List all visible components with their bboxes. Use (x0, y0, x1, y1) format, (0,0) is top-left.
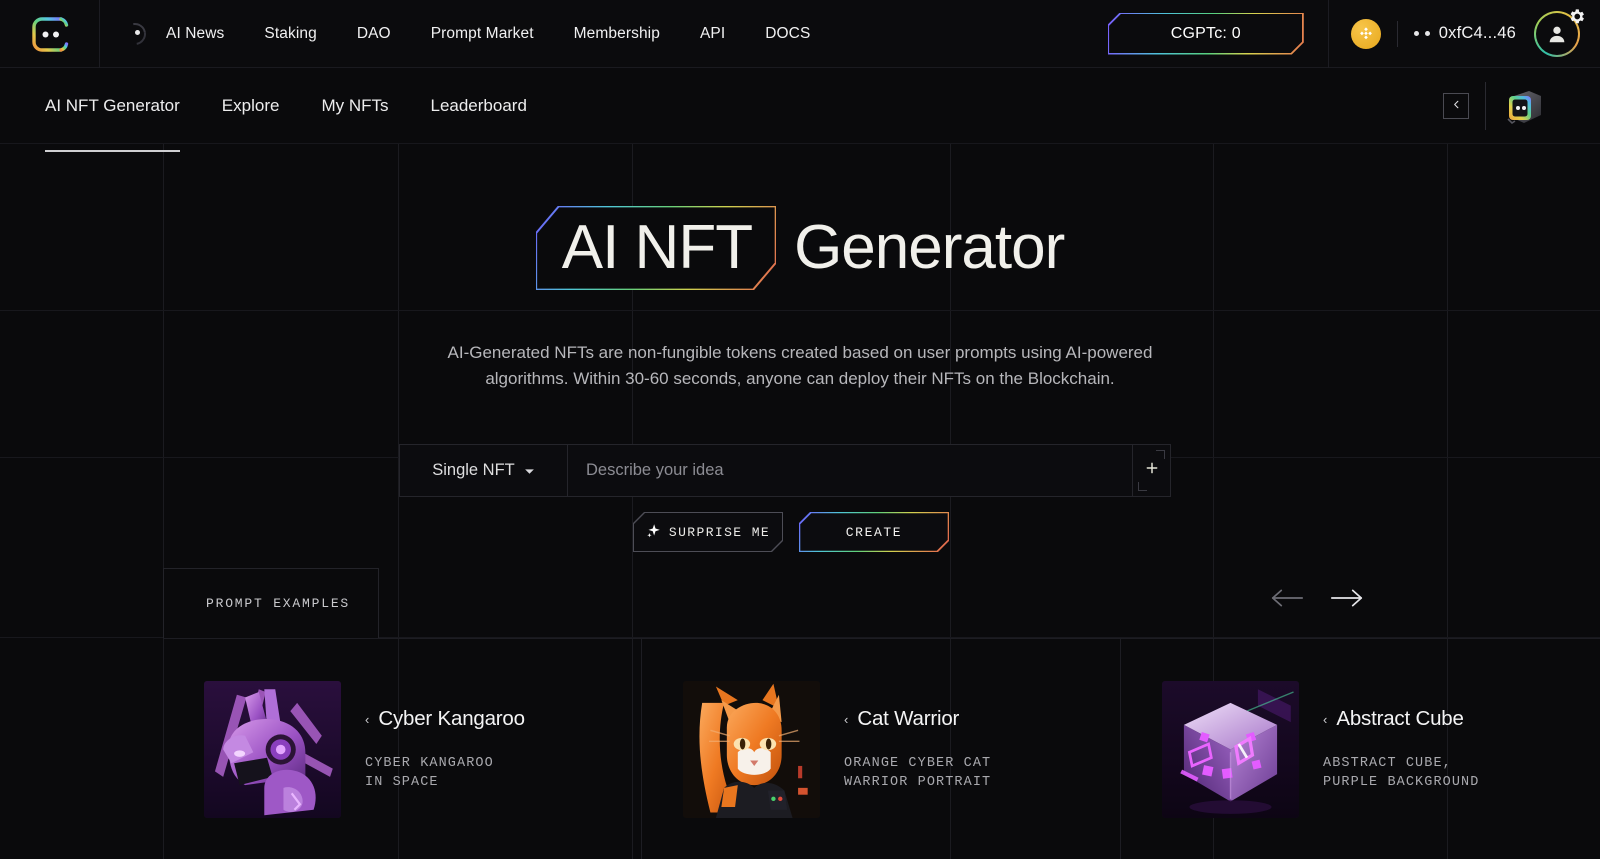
gear-icon[interactable] (1566, 7, 1586, 27)
abstract-cube-thumbnail (1162, 681, 1300, 818)
nav-item-prompt-market[interactable]: Prompt Market (411, 0, 554, 68)
chevron-left-small-icon: ‹ (1323, 711, 1328, 727)
example-title: Abstract Cube (1336, 707, 1464, 731)
wallet-status-dots (1413, 31, 1430, 36)
nav-item-staking[interactable]: Staking (244, 0, 336, 68)
subnav-item-my-nfts[interactable]: My NFTs (300, 68, 409, 144)
ai-bot-cube-icon[interactable] (1500, 83, 1546, 129)
nav-item-dao[interactable]: DAO (337, 0, 411, 68)
prompt-examples-list: ‹ Cyber Kangaroo CYBER KANGAROO IN SPACE (163, 638, 1600, 859)
credits-label: CGPTc: 0 (1170, 24, 1241, 42)
subnav-right-cluster (1443, 81, 1600, 130)
create-label: CREATE (845, 524, 903, 540)
header-right-cluster: CGPTc: 0 0xfC4...46 (1108, 0, 1600, 68)
nav-item-membership[interactable]: Membership (554, 0, 680, 68)
subnav-item-explore[interactable]: Explore (201, 68, 301, 144)
brand-logo[interactable] (0, 0, 100, 68)
nft-mode-dropdown[interactable]: Single NFT (400, 445, 568, 496)
bnb-chain-icon[interactable] (1350, 18, 1381, 49)
chevron-left-icon (1451, 98, 1462, 113)
example-body: ‹ Cyber Kangaroo CYBER KANGAROO IN SPACE (365, 707, 525, 791)
arrow-right-icon (1328, 586, 1366, 613)
loading-spinner-icon (119, 18, 151, 49)
chevron-left-small-icon: ‹ (365, 711, 370, 727)
carousel-next-button[interactable] (1328, 586, 1366, 613)
plus-icon (1144, 460, 1160, 481)
wallet-address[interactable]: 0xfC4...46 (1439, 24, 1516, 43)
action-buttons: SURPRISE ME CREATE (633, 512, 949, 552)
title-highlight-text: AI NFT (561, 213, 753, 282)
subnav-items: AI NFT Generator Explore My NFTs Leaderb… (0, 68, 548, 152)
example-prompt: ORANGE CYBER CAT WARRIOR PORTRAIT (844, 756, 992, 790)
nav-item-ai-news[interactable]: AI News (156, 0, 244, 68)
example-body: ‹ Abstract Cube ABSTRACT CUBE, PURPLE BA… (1323, 707, 1479, 791)
subnav-item-ai-nft-generator[interactable]: AI NFT Generator (24, 68, 201, 152)
nav-item-api[interactable]: API (680, 0, 745, 68)
avatar[interactable] (1534, 9, 1584, 57)
cat-warrior-thumbnail (683, 681, 821, 818)
collapse-panel-button[interactable] (1443, 92, 1469, 119)
example-body: ‹ Cat Warrior ORANGE CYBER CAT WARRIOR P… (844, 707, 991, 791)
page-title: AI NFT Generator (0, 206, 1600, 290)
prompt-input[interactable] (586, 461, 1132, 480)
example-prompt: ABSTRACT CUBE, PURPLE BACKGROUND (1323, 756, 1480, 790)
list-item[interactable]: ‹ Abstract Cube ABSTRACT CUBE, PURPLE BA… (1121, 639, 1600, 859)
title-rest-text: Generator (794, 213, 1065, 282)
list-item[interactable]: ‹ Cyber Kangaroo CYBER KANGAROO IN SPACE (163, 639, 643, 859)
title-highlight-frame: AI NFT (536, 206, 776, 290)
prompt-bar: Single NFT (399, 444, 1171, 497)
create-button[interactable]: CREATE (799, 512, 949, 552)
carousel-prev-button[interactable] (1268, 586, 1306, 613)
nav-item-docs[interactable]: DOCS (745, 0, 830, 68)
surprise-me-label: SURPRISE ME (668, 524, 771, 540)
prompt-examples-label: PROMPT EXAMPLES (206, 596, 351, 611)
hero-description: AI-Generated NFTs are non-fungible token… (447, 343, 1153, 389)
top-header: AI News Staking DAO Prompt Market Member… (0, 0, 1600, 68)
hero-section: AI NFT Generator AI-Generated NFTs are n… (0, 144, 1600, 393)
arrow-left-icon (1268, 586, 1306, 613)
prompt-examples-header: PROMPT EXAMPLES (163, 568, 379, 638)
examples-carousel-nav (1268, 586, 1366, 613)
sparkle-icon (646, 523, 661, 541)
surprise-me-button[interactable]: SURPRISE ME (633, 512, 783, 552)
example-title: Cat Warrior (857, 707, 960, 731)
chevron-down-icon (524, 461, 535, 480)
example-prompt: CYBER KANGAROO IN SPACE (365, 756, 494, 790)
wallet-divider (1396, 20, 1398, 47)
example-title: Cyber Kangaroo (378, 707, 525, 731)
add-prompt-button[interactable] (1132, 445, 1170, 496)
secondary-navigation: AI NFT Generator Explore My NFTs Leaderb… (0, 68, 1600, 152)
wallet-cluster[interactable]: 0xfC4...46 (1329, 18, 1516, 49)
main-navigation: AI News Staking DAO Prompt Market Member… (156, 0, 830, 68)
credits-badge[interactable]: CGPTc: 0 (1108, 13, 1304, 55)
subnav-divider (1485, 81, 1486, 130)
subnav-item-leaderboard[interactable]: Leaderboard (409, 68, 547, 144)
chatgpt-chain-logo-icon (27, 11, 73, 57)
nft-mode-label: Single NFT (432, 461, 515, 479)
ai-nft-generator-page: AI News Staking DAO Prompt Market Member… (0, 0, 1600, 859)
chevron-left-small-icon: ‹ (844, 711, 849, 727)
prompt-input-wrap (568, 445, 1132, 496)
cyber-kangaroo-thumbnail (204, 681, 341, 818)
list-item[interactable]: ‹ Cat Warrior ORANGE CYBER CAT WARRIOR P… (642, 639, 1122, 859)
